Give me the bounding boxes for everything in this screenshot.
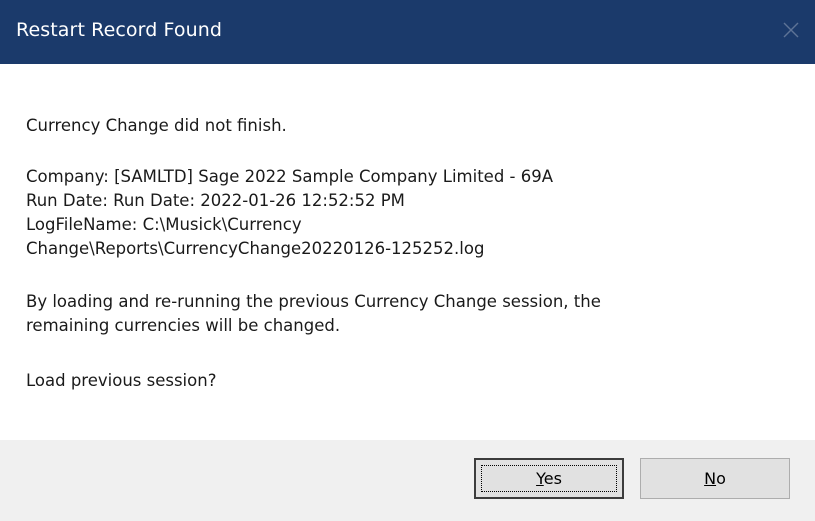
dialog-body: Currency Change did not finish. Company:…	[0, 64, 815, 440]
dialog-title: Restart Record Found	[16, 19, 223, 41]
log-file-line-2: Change\Reports\CurrencyChange20220126-12…	[26, 239, 485, 258]
no-accelerator: N	[704, 469, 717, 488]
yes-label-rest: es	[543, 469, 562, 488]
close-icon	[783, 22, 799, 38]
restart-record-dialog: Restart Record Found Currency Change did…	[0, 0, 815, 521]
explanation-text: By loading and re-running the previous C…	[26, 290, 601, 338]
button-bar: Yes No	[0, 440, 815, 521]
load-session-prompt: Load previous session?	[26, 371, 217, 390]
no-button[interactable]: No	[640, 458, 790, 499]
title-bar[interactable]: Restart Record Found	[0, 0, 815, 64]
run-date-line: Run Date: Run Date: 2022-01-26 12:52:52 …	[26, 191, 405, 210]
yes-button[interactable]: Yes	[474, 458, 624, 499]
explanation-line-1: By loading and re-running the previous C…	[26, 292, 601, 311]
close-button[interactable]	[775, 14, 807, 46]
company-line: Company: [SAMLTD] Sage 2022 Sample Compa…	[26, 167, 554, 186]
log-file-line-1: LogFileName: C:\Musick\Currency	[26, 215, 302, 234]
no-button-label: No	[704, 469, 726, 488]
status-message: Currency Change did not finish.	[26, 116, 287, 135]
session-details: Company: [SAMLTD] Sage 2022 Sample Compa…	[26, 165, 553, 261]
yes-button-label: Yes	[536, 469, 562, 488]
explanation-line-2: remaining currencies will be changed.	[26, 316, 341, 335]
yes-accelerator: Y	[536, 469, 544, 488]
no-label-rest: o	[716, 469, 726, 488]
